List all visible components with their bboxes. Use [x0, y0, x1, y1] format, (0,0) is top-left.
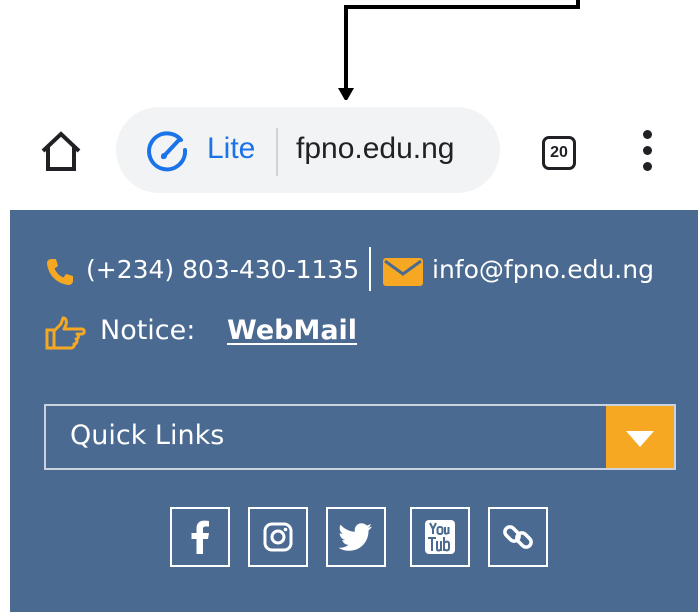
annotation-line-top: [344, 5, 580, 9]
home-icon: [41, 131, 81, 171]
quick-links-label: Quick Links: [70, 420, 225, 451]
quick-links-select[interactable]: Quick Links: [44, 404, 676, 470]
link-icon: [503, 525, 533, 549]
tab-switcher-button[interactable]: 20: [542, 136, 576, 170]
chevron-down-icon: [626, 431, 654, 447]
contact-separator: [369, 247, 371, 291]
home-button[interactable]: [38, 128, 84, 174]
facebook-icon: [191, 520, 209, 554]
notice-label: Notice:: [100, 315, 196, 346]
address-bar-divider: [276, 128, 278, 176]
youtube-link[interactable]: [410, 507, 470, 567]
dropdown-button[interactable]: [606, 406, 674, 468]
annotation-line-down: [344, 5, 348, 93]
tab-count: 20: [550, 144, 568, 161]
webmail-link[interactable]: WebMail: [227, 315, 357, 346]
external-link[interactable]: [488, 507, 548, 567]
twitter-icon: [339, 523, 372, 551]
phone-number[interactable]: (+234) 803-430-1135: [86, 255, 359, 284]
youtube-icon: [425, 520, 455, 554]
facebook-link[interactable]: [170, 507, 230, 567]
hand-pointing-icon: [44, 316, 86, 350]
twitter-link[interactable]: [326, 507, 386, 567]
email-address[interactable]: info@fpno.edu.ng: [432, 255, 654, 284]
mail-icon: [382, 257, 424, 287]
instagram-icon: [263, 522, 293, 552]
more-vert-icon: [643, 130, 652, 139]
lite-mode-icon[interactable]: [145, 131, 189, 175]
overflow-menu-button[interactable]: [634, 128, 662, 174]
url-text[interactable]: fpno.edu.ng: [296, 132, 454, 166]
instagram-link[interactable]: [248, 507, 308, 567]
lite-mode-label[interactable]: Lite: [207, 132, 255, 166]
phone-icon: [44, 256, 76, 288]
